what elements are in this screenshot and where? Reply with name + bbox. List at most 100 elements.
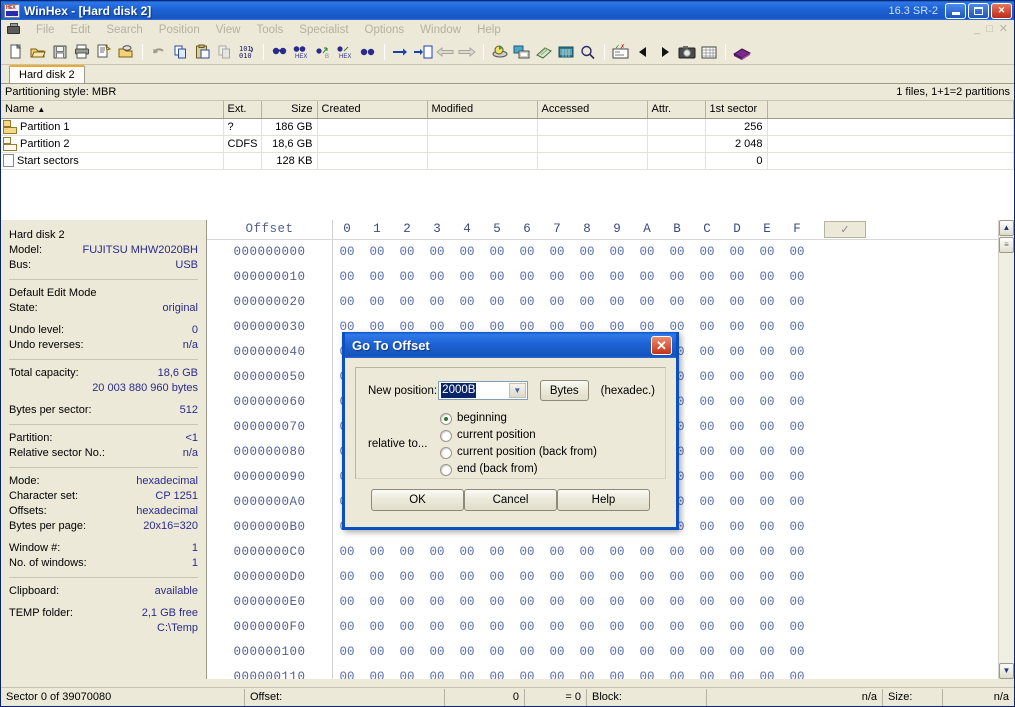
hex-byte[interactable]: 00: [752, 295, 782, 309]
hex-byte[interactable]: 00: [602, 295, 632, 309]
hex-byte[interactable]: 00: [782, 370, 812, 384]
hex-byte[interactable]: 00: [722, 545, 752, 559]
hex-byte[interactable]: 00: [512, 270, 542, 284]
chevron-down-icon[interactable]: ▼: [508, 383, 526, 398]
checksum-icon[interactable]: ✓ ✗: [610, 41, 632, 63]
hex-byte[interactable]: 00: [752, 270, 782, 284]
hex-byte[interactable]: 00: [512, 570, 542, 584]
hex-byte[interactable]: 00: [512, 620, 542, 634]
hex-byte[interactable]: 00: [542, 545, 572, 559]
hex-byte[interactable]: 00: [632, 595, 662, 609]
ascii-column-header[interactable]: ✓: [824, 220, 866, 238]
hex-byte[interactable]: 00: [632, 645, 662, 659]
hex-byte[interactable]: 00: [512, 545, 542, 559]
hex-byte[interactable]: 00: [692, 520, 722, 534]
bytes-button[interactable]: Bytes: [539, 380, 589, 401]
calendar-icon[interactable]: [555, 41, 577, 63]
find-again-icon[interactable]: [357, 41, 379, 63]
menu-specialist[interactable]: Specialist: [291, 22, 356, 38]
hex-byte[interactable]: 00: [722, 445, 752, 459]
hex-byte[interactable]: 00: [752, 245, 782, 259]
hex-byte[interactable]: 00: [332, 595, 362, 609]
close-button[interactable]: ✕: [991, 2, 1012, 19]
hex-byte[interactable]: 00: [572, 570, 602, 584]
hex-byte[interactable]: 00: [572, 595, 602, 609]
hex-byte[interactable]: 00: [422, 670, 452, 679]
forward-icon[interactable]: [456, 41, 478, 63]
previous-icon[interactable]: [632, 41, 654, 63]
hex-byte[interactable]: 00: [782, 320, 812, 334]
hex-byte[interactable]: 00: [782, 345, 812, 359]
hex-byte[interactable]: 00: [752, 645, 782, 659]
child-maximize-button[interactable]: □: [986, 24, 993, 35]
menu-search[interactable]: Search: [98, 22, 150, 38]
hex-byte[interactable]: 00: [782, 495, 812, 509]
table-icon[interactable]: [698, 41, 720, 63]
hex-byte[interactable]: 00: [392, 270, 422, 284]
hex-byte[interactable]: 00: [692, 370, 722, 384]
hex-byte[interactable]: 00: [752, 470, 782, 484]
table-row[interactable]: Partition 1 ? 186 GB 256: [1, 118, 1014, 136]
column-header-size[interactable]: Size: [261, 101, 318, 119]
hex-byte[interactable]: 00: [602, 595, 632, 609]
hex-byte[interactable]: 00: [332, 245, 362, 259]
column-header-first-sector[interactable]: 1st sector: [705, 101, 768, 119]
hex-byte[interactable]: 00: [452, 270, 482, 284]
radio-end-back-from[interactable]: end (back from): [440, 461, 597, 478]
hex-byte[interactable]: 00: [602, 620, 632, 634]
hex-byte[interactable]: 00: [332, 545, 362, 559]
hex-byte[interactable]: 00: [362, 595, 392, 609]
hex-byte[interactable]: 00: [422, 595, 452, 609]
hex-byte[interactable]: 00: [782, 245, 812, 259]
hex-byte[interactable]: 00: [572, 670, 602, 679]
wipe-icon[interactable]: [533, 41, 555, 63]
hex-byte[interactable]: 00: [632, 245, 662, 259]
open-file-icon[interactable]: [27, 41, 49, 63]
hex-byte[interactable]: 00: [692, 445, 722, 459]
hex-byte[interactable]: 00: [422, 270, 452, 284]
hex-byte[interactable]: 00: [332, 670, 362, 679]
hex-byte[interactable]: 00: [572, 295, 602, 309]
hex-byte[interactable]: 00: [632, 295, 662, 309]
hex-byte[interactable]: 00: [662, 645, 692, 659]
hex-byte[interactable]: 00: [362, 270, 392, 284]
hex-byte[interactable]: 00: [692, 395, 722, 409]
hex-byte[interactable]: 00: [452, 595, 482, 609]
scroll-up-button[interactable]: ▲: [999, 219, 1014, 236]
hex-byte[interactable]: 00: [632, 270, 662, 284]
column-header-ext[interactable]: Ext.: [223, 101, 262, 119]
copy-icon[interactable]: [170, 41, 192, 63]
hex-byte[interactable]: 00: [452, 245, 482, 259]
back-icon[interactable]: [434, 41, 456, 63]
hex-byte[interactable]: 00: [782, 270, 812, 284]
cancel-button[interactable]: Cancel: [464, 489, 557, 511]
hex-byte[interactable]: 00: [422, 620, 452, 634]
hex-byte[interactable]: 00: [452, 670, 482, 679]
hex-byte[interactable]: 00: [482, 595, 512, 609]
hex-byte[interactable]: 00: [662, 620, 692, 634]
hex-byte[interactable]: 00: [692, 295, 722, 309]
hex-byte[interactable]: 00: [482, 620, 512, 634]
disk-tools-icon[interactable]: [489, 41, 511, 63]
child-close-button[interactable]: ✕: [999, 24, 1008, 35]
hex-byte[interactable]: 00: [782, 670, 812, 679]
hex-byte[interactable]: 00: [692, 245, 722, 259]
hex-byte[interactable]: 00: [572, 545, 602, 559]
hex-byte[interactable]: 00: [722, 645, 752, 659]
hex-byte[interactable]: 00: [422, 570, 452, 584]
save-icon[interactable]: [49, 41, 71, 63]
hex-byte[interactable]: 00: [632, 620, 662, 634]
hex-byte[interactable]: 00: [782, 545, 812, 559]
table-row[interactable]: Partition 2 CDFS 18,6 GB 2 048: [1, 135, 1014, 153]
hex-byte[interactable]: 00: [632, 570, 662, 584]
hex-byte[interactable]: 00: [572, 645, 602, 659]
minimize-button[interactable]: [945, 2, 966, 19]
hex-byte[interactable]: 00: [392, 570, 422, 584]
goto-sector-icon[interactable]: [412, 41, 434, 63]
hex-byte[interactable]: 00: [752, 570, 782, 584]
hex-byte[interactable]: 00: [782, 420, 812, 434]
hex-byte[interactable]: 00: [782, 570, 812, 584]
hex-row[interactable]: 0000000D0 00 00 00 00 00 00 00 00 00 00 00 00 00 00 00 0…: [207, 565, 998, 590]
column-header-created[interactable]: Created: [317, 101, 428, 119]
open-disk-icon[interactable]: [115, 41, 137, 63]
